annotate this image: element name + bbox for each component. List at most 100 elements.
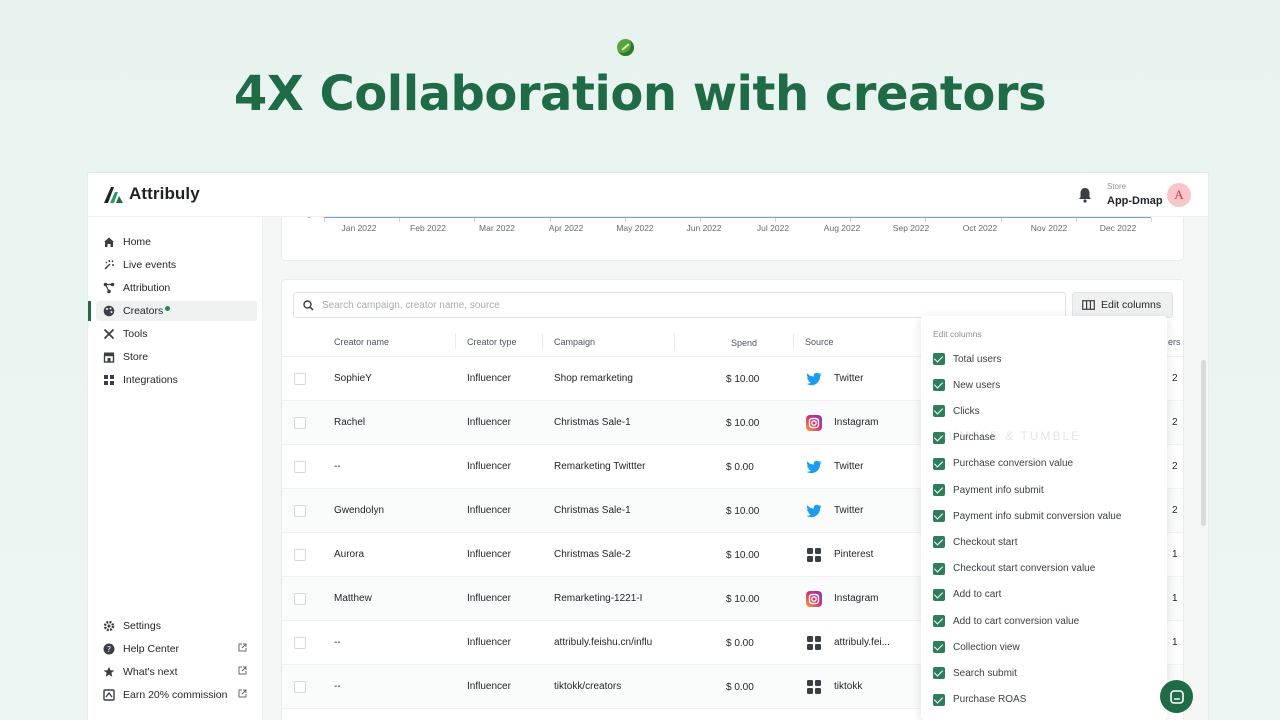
checkbox-checked-icon[interactable] [933,693,945,706]
campaign-cell: attribuly.feishu.cn/influ [554,637,653,648]
spend-cell: $ 10.00 [726,374,760,385]
brand-name: Attribuly [129,184,200,203]
sidebar-item-creators[interactable]: Creators [88,301,257,321]
columns-icon [1082,300,1095,310]
x-axis-tick-label: Oct 2022 [962,223,998,233]
chat-support-button[interactable] [1160,680,1193,713]
checkbox-checked-icon[interactable] [933,641,945,654]
column-option[interactable]: Add to cart [933,587,1001,603]
column-option[interactable]: Purchase ROAS [933,692,1026,708]
checkbox-checked-icon[interactable] [933,353,945,365]
creator-type-cell: Influencer [467,505,511,516]
column-option[interactable]: Payment info submit conversion value [933,508,1121,524]
row-checkbox[interactable] [294,593,306,605]
x-axis-tick [324,218,325,222]
checkbox-checked-icon[interactable] [933,667,945,680]
column-option[interactable]: Total users [933,351,1001,367]
column-option-label: New users [953,379,1001,391]
row-checkbox[interactable] [294,505,306,517]
sidebar-item-home[interactable]: Home [96,232,257,252]
row-checkbox[interactable] [294,637,306,649]
sidebar-item-live-events[interactable]: Live events [96,255,257,275]
column-option[interactable]: Purchase conversion value [933,456,1073,472]
palette-icon [103,305,115,317]
column-header-campaign[interactable]: Campaign [554,337,595,347]
store-icon [103,352,115,363]
column-header-source[interactable]: Source [805,337,834,347]
sidebar-item-label: Settings [123,620,161,632]
sidebar-item-attribution[interactable]: Attribution [96,278,257,298]
avatar[interactable]: A [1167,183,1191,207]
column-header-creator-type[interactable]: Creator type [467,337,517,347]
spend-cell: $ 0.00 [726,462,754,473]
creator-name-cell: Matthew [334,593,372,604]
checkbox-checked-icon[interactable] [933,510,945,523]
x-axis-tick [775,218,777,222]
brand-logo[interactable]: Attribuly [102,184,200,204]
creator-type-cell: Influencer [467,461,511,472]
row-checkbox[interactable] [294,373,306,385]
creator-name-cell: Gwendolyn [334,505,385,516]
checkbox-checked-icon[interactable] [933,562,945,575]
spend-cell: $ 0.00 [726,682,754,693]
column-option[interactable]: Checkout start [933,534,1017,550]
column-option[interactable]: Search submit [933,665,1017,681]
checkbox-checked-icon[interactable] [933,484,945,496]
campaign-cell: Remarketing-1221-I [554,593,643,604]
sidebar-item-label: Live events [123,259,177,271]
grid-icon [805,678,823,696]
table-scrollbar[interactable] [1201,360,1206,526]
column-header-spend[interactable]: Spend [731,338,757,348]
grid-icon [805,634,823,652]
creator-name-cell: -- [334,461,341,472]
column-option[interactable]: Add to cart conversion value [933,613,1079,629]
column-option-label: Checkout start [953,536,1018,548]
creator-name-cell: -- [334,681,341,692]
sidebar-item-settings[interactable]: Settings [96,616,257,636]
edit-columns-button[interactable]: Edit columns [1072,292,1173,318]
external-link-icon [238,643,247,652]
checkbox-checked-icon[interactable] [933,588,945,601]
row-checkbox[interactable] [294,681,306,693]
sidebar-item-store[interactable]: Store [96,347,257,367]
checkbox-checked-icon[interactable] [933,405,945,418]
row-checkbox[interactable] [294,461,306,473]
store-name[interactable]: App-Dmap [1107,195,1163,207]
column-option-label: Checkout start conversion value [953,563,1096,575]
checkbox-checked-icon[interactable] [933,615,945,627]
bell-icon[interactable] [1076,186,1094,204]
checkbox-checked-icon[interactable] [933,379,945,392]
column-divider [793,333,794,349]
sidebar-item-label: Tools [123,328,148,340]
chart-series-line [324,217,1151,218]
sidebar-item-whats-next[interactable]: What's next [96,662,257,682]
checkbox-checked-icon[interactable] [933,536,945,549]
x-axis-tick-label: Nov 2022 [1030,223,1068,233]
row-checkbox[interactable] [294,417,306,429]
campaign-cell: Shop remarketing [554,373,633,384]
sidebar-item-label: Integrations [123,374,178,386]
sidebar-item-earn-commission[interactable]: Earn 20% commission [96,685,257,705]
row-checkbox[interactable] [294,549,306,561]
creator-name-cell: Aurora [334,549,365,560]
search-input[interactable]: Search campaign, creator name, source [293,292,1066,318]
sidebar-item-help-center[interactable]: ? Help Center [96,639,257,659]
column-header-creator-name[interactable]: Creator name [334,337,389,347]
checkbox-checked-icon[interactable] [933,457,945,470]
column-option[interactable]: Checkout start conversion value [933,561,1095,577]
column-option[interactable]: Collection view [933,639,1020,655]
sidebar-item-label: Help Center [123,643,180,655]
source-cell: Twitter [834,505,864,516]
column-header-users[interactable]: ers [1168,337,1181,347]
campaign-cell: tiktokk/creators [554,681,622,692]
column-option[interactable]: Payment info submit [933,482,1044,498]
users-cell: 2 [1172,373,1178,384]
x-axis-tick-label: Sep 2022 [892,223,930,233]
hero-title: 4X Collaboration with creators [233,66,1047,122]
sidebar-item-tools[interactable]: Tools [96,324,257,344]
watermark-text: RUMBLE & TUMBLE [938,429,1082,443]
sidebar-item-integrations[interactable]: Integrations [96,370,257,390]
column-option[interactable]: New users [933,377,1000,393]
creator-type-cell: Influencer [467,373,511,384]
column-option[interactable]: Clicks [933,403,980,419]
